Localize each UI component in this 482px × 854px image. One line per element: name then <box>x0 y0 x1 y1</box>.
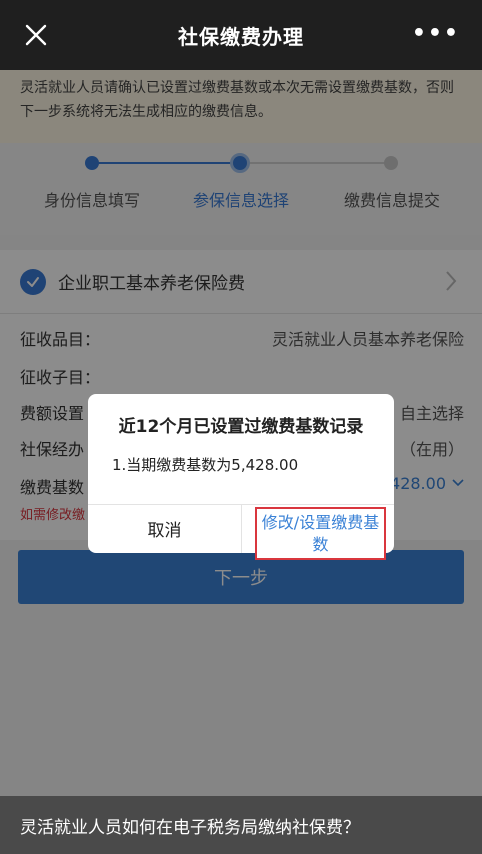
page-title: 社保缴费办理 <box>178 24 304 49</box>
help-banner[interactable]: 灵活就业人员如何在电子税务局缴纳社保费？ <box>0 796 482 854</box>
dialog-message: 1.当期缴费基数为5,428.00 <box>112 456 299 474</box>
confirm-dialog: 近12个月已设置过缴费基数记录 1.当期缴费基数为5,428.00 取消 修改/… <box>88 394 394 560</box>
modify-base-button[interactable]: 修改/设置缴费基数 <box>255 507 386 560</box>
more-menu-icon[interactable]: ••• <box>412 22 460 46</box>
top-nav-bar: 社保缴费办理 ••• <box>0 0 482 70</box>
close-icon[interactable] <box>24 23 48 47</box>
dialog-title: 近12个月已设置过缴费基数记录 <box>118 417 364 437</box>
dialog-divider-vertical <box>241 504 242 553</box>
cancel-button[interactable]: 取消 <box>88 504 241 553</box>
